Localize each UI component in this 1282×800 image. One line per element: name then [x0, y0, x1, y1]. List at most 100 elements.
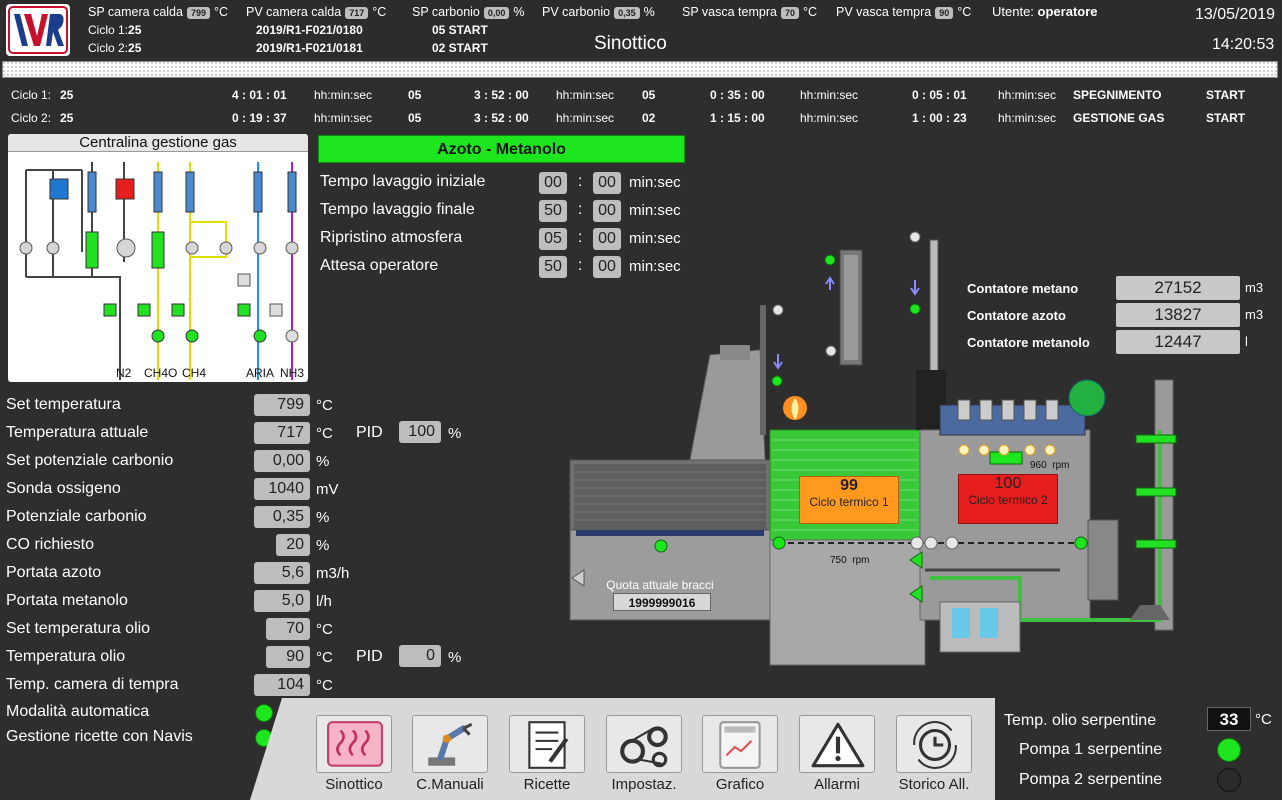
cycle1-t4: 0 : 05 : 01 — [912, 88, 967, 102]
unit: °C — [214, 5, 229, 19]
quota-label: Quota attuale bracci — [606, 578, 714, 592]
user-name: operatore — [1037, 4, 1098, 19]
nav-belts-button[interactable] — [606, 715, 682, 773]
cycle2-label: Ciclo 2: — [11, 111, 52, 125]
cycle1-state: START — [1206, 88, 1246, 102]
nav-chart-button[interactable] — [702, 715, 778, 773]
timer-unit: min:sec — [629, 202, 681, 219]
nav-warning-button[interactable] — [799, 715, 875, 773]
nav-label: Sinottico — [325, 776, 383, 793]
cycle1-t2: 3 : 52 : 00 — [474, 88, 529, 102]
cycle1-s1: 05 — [408, 88, 422, 102]
timer-minutes[interactable]: 00 — [539, 172, 567, 194]
nav-history-button[interactable] — [896, 715, 972, 773]
param-label: Temp. camera di tempra — [6, 676, 179, 693]
nav-label: Impostaz. — [611, 776, 677, 793]
sp-vasca-label: SP vasca tempra — [682, 5, 777, 19]
param-label: Portata metanolo — [6, 592, 128, 609]
param-value[interactable]: 5,0 — [254, 590, 310, 612]
pv-camera-calda-value: 717 — [345, 6, 369, 19]
pv-camera-calda: PV camera calda 717 °C — [246, 5, 386, 19]
gas-line-nh3: NH3 — [280, 366, 305, 380]
gas-control-panel[interactable]: Centralina gestione gas N2 CH4O CH4 ARIA… — [8, 134, 308, 382]
timer-label: Attesa operatore — [320, 257, 439, 274]
counter-value[interactable]: 27152 — [1116, 276, 1240, 300]
alarm-banner — [2, 61, 1278, 78]
ciclo1-num: 25 — [128, 23, 142, 37]
counter-value[interactable]: 13827 — [1116, 303, 1240, 327]
pv-vasca-value: 90 — [935, 6, 954, 19]
cycle1-label: Ciclo 1: — [11, 88, 52, 102]
nav-recipe-button[interactable] — [509, 715, 585, 773]
belts-icon — [620, 726, 668, 768]
ivr-logo-icon — [8, 6, 68, 54]
cycle2-state: START — [1206, 111, 1246, 125]
cycle2-num: 25 — [60, 111, 74, 125]
thermal-cycle-1-label: Ciclo termico 1 — [809, 495, 889, 509]
counter-label: Contatore metano — [967, 281, 1079, 296]
rpm2-readout: 960 rpm — [1030, 460, 1069, 471]
thermal-cycle-2-box[interactable]: 100 Ciclo termico 2 — [958, 474, 1058, 524]
param-unit: mV — [316, 481, 339, 498]
gas-mode-banner[interactable]: Azoto - Metanolo — [318, 135, 685, 163]
cycle1-t3: 0 : 35 : 00 — [710, 88, 765, 102]
rpm2-value: 960 — [1030, 460, 1047, 471]
serpentine-temp-unit: °C — [1255, 711, 1272, 728]
param-value[interactable]: 5,6 — [254, 562, 310, 584]
param-value[interactable]: 0,35 — [254, 506, 310, 528]
param-value[interactable]: 717 — [254, 422, 310, 444]
ciclo1-code: 2019/R1-F021/0180 — [256, 23, 363, 37]
counter-value[interactable]: 12447 — [1116, 330, 1240, 354]
pump2-indicator[interactable] — [1217, 768, 1241, 792]
nav-robot-arm-button[interactable] — [412, 715, 488, 773]
timer-label: Tempo lavaggio finale — [320, 201, 475, 218]
pump1-indicator[interactable] — [1217, 738, 1241, 762]
pid2-value[interactable]: 0 — [399, 645, 441, 667]
timer-seconds[interactable]: 00 — [593, 172, 621, 194]
param-label: Temperatura olio — [6, 648, 126, 665]
param-value[interactable]: 90 — [266, 646, 310, 668]
gas-line-n2: N2 — [116, 366, 132, 380]
cycle2-u4: hh:min:sec — [998, 111, 1057, 125]
counter-label: Contatore metanolo — [967, 335, 1090, 350]
pv-carbonio-value: 0,35 — [614, 6, 640, 19]
param-value[interactable]: 70 — [266, 618, 310, 640]
param-label: Temperatura attuale — [6, 424, 149, 441]
gas-line-labels: N2 CH4O CH4 ARIA NH3 — [8, 366, 308, 382]
cycle2-phase: GESTIONE GAS — [1073, 111, 1165, 125]
pid1-unit: % — [448, 425, 462, 442]
ciclo2-label: Ciclo 2: — [88, 41, 129, 55]
cycle2-t1: 0 : 19 : 37 — [232, 111, 287, 125]
cycle1-u4: hh:min:sec — [998, 88, 1057, 102]
rpm1-readout: 750 rpm — [830, 555, 869, 566]
pv-carbonio: PV carbonio 0,35% — [542, 5, 655, 19]
cycle2-u3: hh:min:sec — [800, 111, 859, 125]
timer-seconds[interactable]: 00 — [593, 200, 621, 222]
param-value[interactable]: 0,00 — [254, 450, 310, 472]
param-value[interactable]: 1040 — [254, 478, 310, 500]
quota-value[interactable]: 1999999016 — [613, 593, 711, 611]
pid1-value[interactable]: 100 — [399, 421, 441, 443]
param-label: CO richiesto — [6, 536, 95, 553]
timer-minutes[interactable]: 50 — [539, 200, 567, 222]
serpentine-temp-value[interactable]: 33 — [1207, 707, 1251, 731]
counter-unit: m3 — [1245, 280, 1264, 295]
param-unit: % — [316, 453, 330, 470]
param-value[interactable]: 799 — [254, 394, 310, 416]
timer-unit: min:sec — [629, 174, 681, 191]
param-value[interactable]: 20 — [276, 534, 310, 556]
cycle2-u1: hh:min:sec — [314, 111, 373, 125]
param-value[interactable]: 104 — [254, 674, 310, 696]
param-unit: m3/h — [316, 565, 350, 582]
pid1-label: PID — [356, 424, 383, 441]
nav-heater-button[interactable] — [316, 715, 392, 773]
unit: °C — [957, 5, 972, 19]
param-label: Set temperatura olio — [6, 620, 151, 637]
unit: °C — [802, 5, 817, 19]
thermal-cycle-1-box[interactable]: 99 Ciclo termico 1 — [799, 476, 899, 524]
rpm2-unit: rpm — [1052, 460, 1070, 471]
thermal-cycle-1-temp: 99 — [840, 477, 858, 494]
page-title: Sinottico — [594, 33, 667, 54]
param-unit: °C — [316, 649, 333, 666]
ciclo2-step: 02 START — [432, 41, 488, 55]
